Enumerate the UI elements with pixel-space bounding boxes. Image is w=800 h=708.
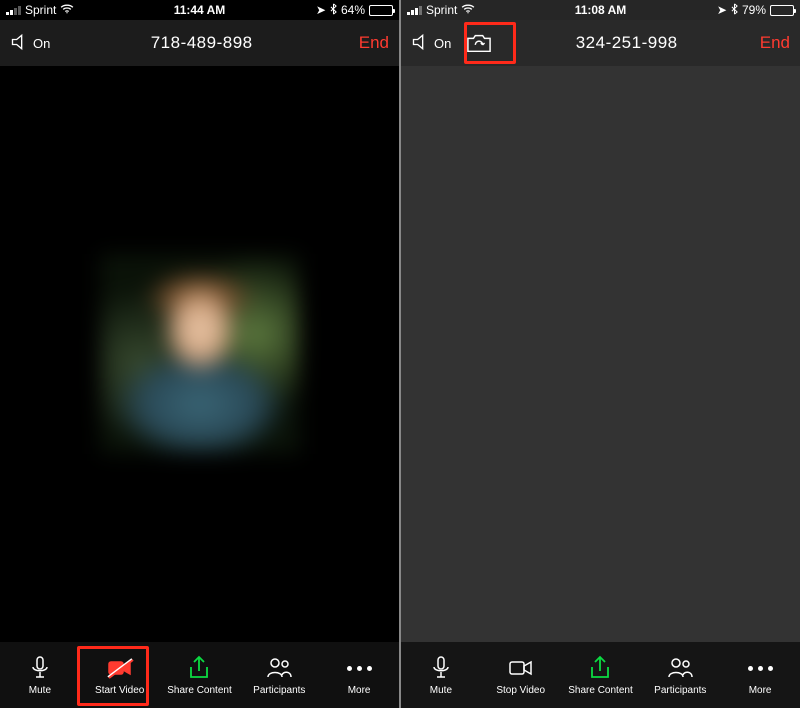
more-dots-icon bbox=[347, 654, 372, 682]
share-content-button[interactable]: Share Content bbox=[160, 642, 240, 708]
participants-icon bbox=[665, 654, 695, 682]
speaker-toggle[interactable]: On bbox=[411, 33, 451, 54]
mute-button-label: Mute bbox=[29, 685, 51, 696]
mute-button[interactable]: Mute bbox=[0, 642, 80, 708]
share-icon bbox=[585, 654, 615, 682]
end-call-button[interactable]: End bbox=[353, 33, 389, 53]
status-bar: Sprint 11:44 AM ➤ 64% bbox=[0, 0, 399, 20]
status-bar: Sprint 11:08 AM ➤ 79% bbox=[401, 0, 800, 20]
video-camera-off-icon bbox=[105, 654, 135, 682]
battery-icon bbox=[369, 5, 393, 16]
stop-video-button[interactable]: Stop Video bbox=[481, 642, 561, 708]
participants-button[interactable]: Participants bbox=[239, 642, 319, 708]
speaker-label: On bbox=[434, 36, 451, 51]
speaker-label: On bbox=[33, 36, 50, 51]
speaker-icon bbox=[411, 33, 431, 54]
status-time: 11:44 AM bbox=[0, 3, 399, 17]
more-button[interactable]: More bbox=[319, 642, 399, 708]
meeting-toolbar: Mute Start Video Share Content Participa… bbox=[0, 642, 399, 708]
share-content-label: Share Content bbox=[568, 685, 633, 696]
microphone-icon bbox=[25, 654, 55, 682]
share-content-button[interactable]: Share Content bbox=[561, 642, 641, 708]
start-video-label: Start Video bbox=[95, 685, 144, 696]
video-main-area bbox=[0, 66, 399, 642]
participants-label: Participants bbox=[253, 685, 305, 696]
more-label: More bbox=[348, 685, 371, 696]
share-icon bbox=[184, 654, 214, 682]
battery-icon bbox=[770, 5, 794, 16]
meeting-toolbar: Mute Stop Video Share Content Participan… bbox=[401, 642, 800, 708]
end-call-button[interactable]: End bbox=[754, 33, 790, 53]
mute-button[interactable]: Mute bbox=[401, 642, 481, 708]
flip-camera-icon bbox=[464, 31, 494, 55]
flip-camera-button[interactable] bbox=[459, 28, 499, 58]
meeting-id: 718-489-898 bbox=[58, 33, 345, 53]
more-button[interactable]: More bbox=[720, 642, 800, 708]
microphone-icon bbox=[426, 654, 456, 682]
participants-label: Participants bbox=[654, 685, 706, 696]
mute-button-label: Mute bbox=[430, 685, 452, 696]
participants-icon bbox=[264, 654, 294, 682]
speaker-icon bbox=[10, 33, 30, 54]
speaker-toggle[interactable]: On bbox=[10, 33, 50, 54]
call-top-bar: On 718-489-898 End bbox=[0, 20, 399, 66]
meeting-id: 324-251-998 bbox=[507, 33, 746, 53]
participant-avatar bbox=[100, 254, 300, 454]
start-video-button[interactable]: Start Video bbox=[80, 642, 160, 708]
more-dots-icon bbox=[748, 654, 773, 682]
status-time: 11:08 AM bbox=[401, 3, 800, 17]
stop-video-label: Stop Video bbox=[496, 685, 545, 696]
more-label: More bbox=[749, 685, 772, 696]
participants-button[interactable]: Participants bbox=[640, 642, 720, 708]
share-content-label: Share Content bbox=[167, 685, 232, 696]
video-camera-icon bbox=[506, 654, 536, 682]
call-top-bar: On 324-251-998 End bbox=[401, 20, 800, 66]
